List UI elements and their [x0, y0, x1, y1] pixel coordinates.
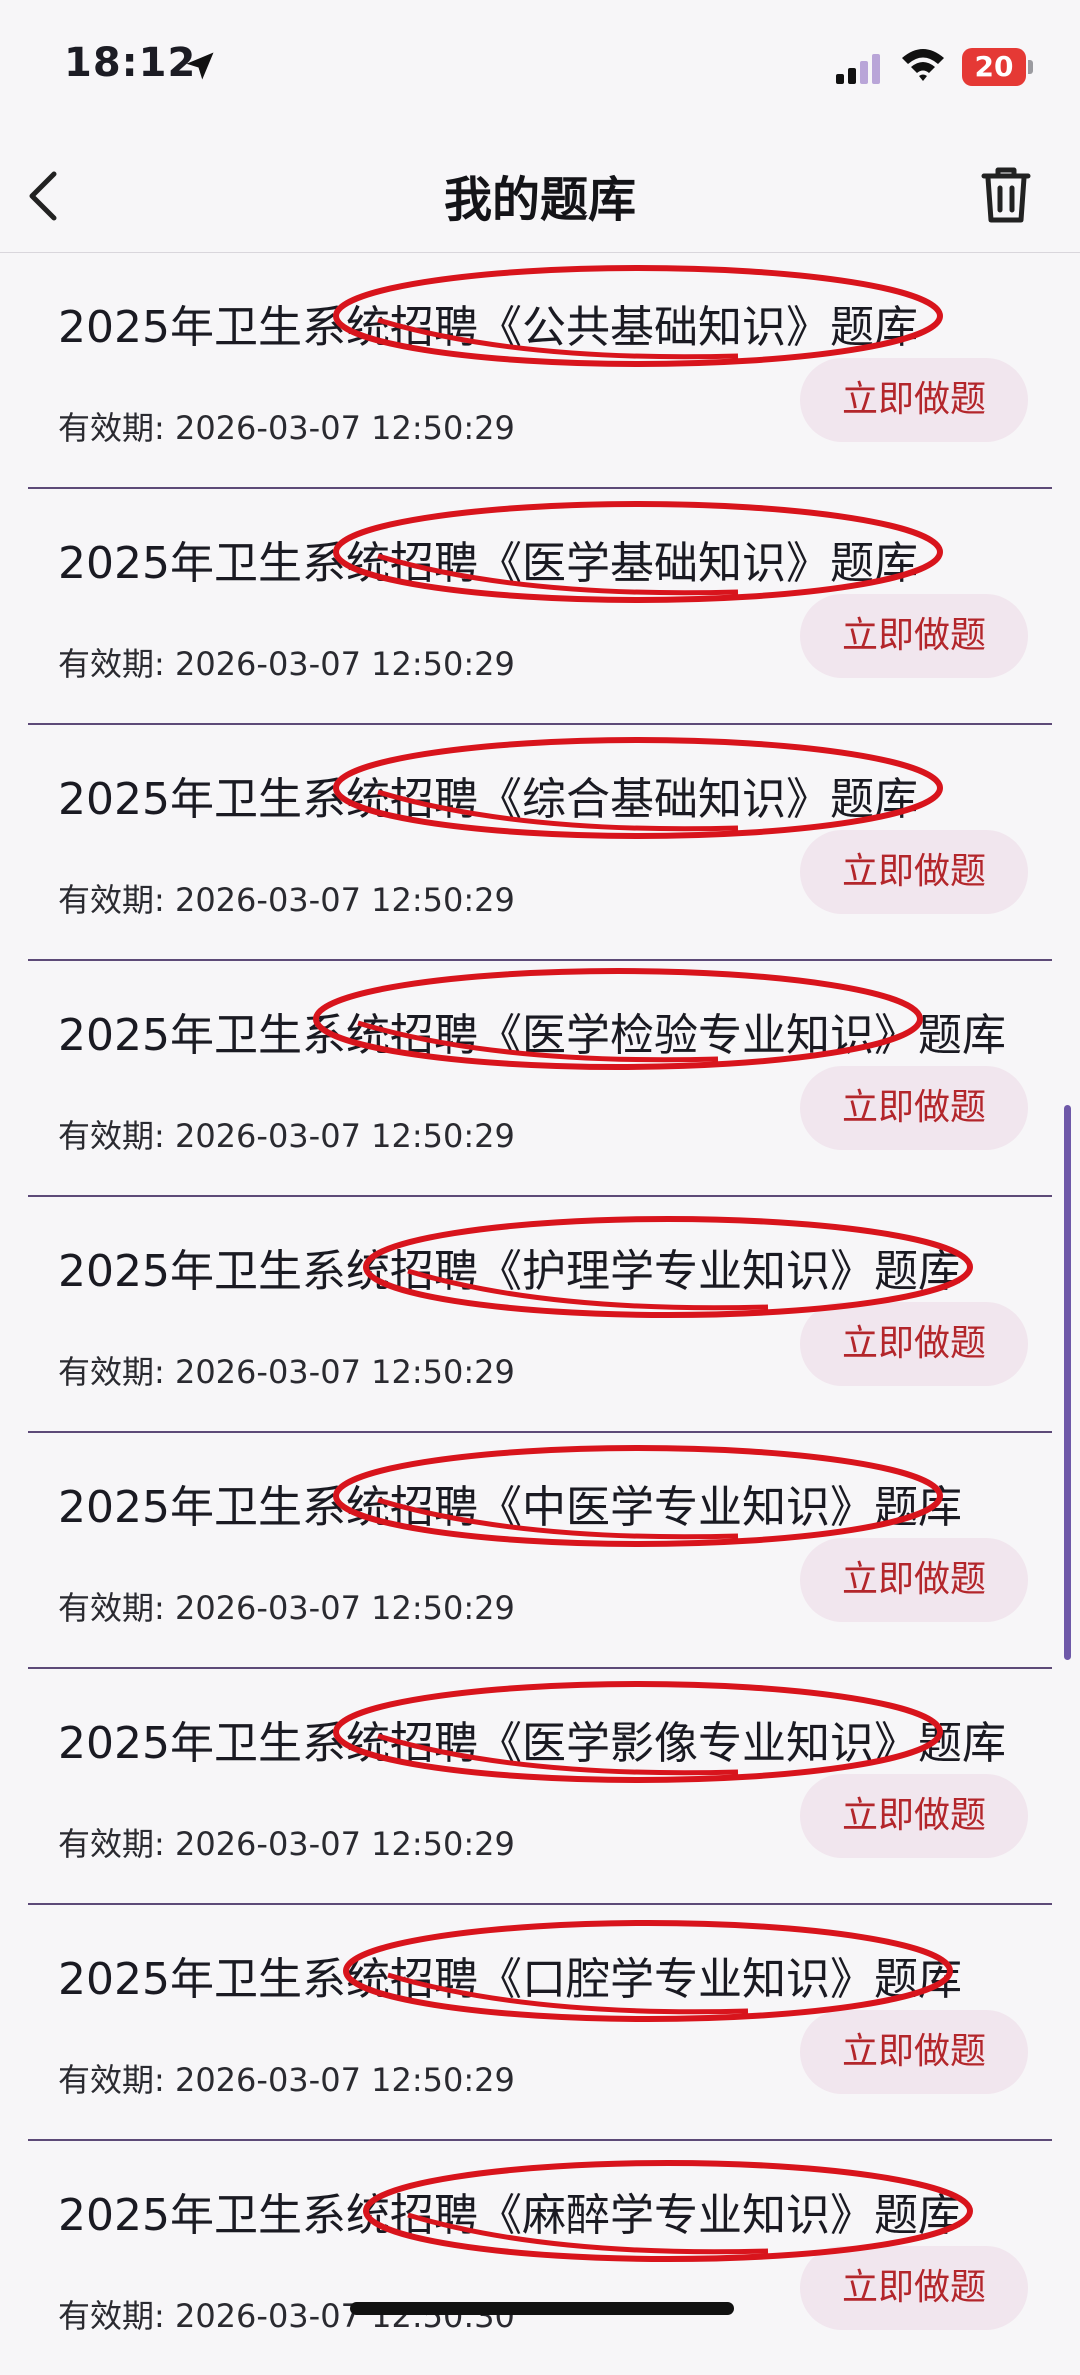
expiry-text: 有效期: 2026-03-07 12:50:29: [58, 1589, 515, 1627]
expiry-text: 有效期: 2026-03-07 12:50:29: [58, 1825, 515, 1863]
start-practice-button[interactable]: 立即做题: [800, 2246, 1028, 2330]
question-bank-list: 2025年卫生系统招聘《公共基础知识》题库 有效期: 2026-03-07 12…: [0, 253, 1080, 2375]
expiry-text: 有效期: 2026-03-07 12:50:29: [58, 881, 515, 919]
list-item: 2025年卫生系统招聘《麻醉学专业知识》题库 有效期: 2026-03-07 1…: [28, 2141, 1052, 2375]
bank-title: 2025年卫生系统招聘《中医学专业知识》题库: [58, 1482, 962, 1533]
expiry-text: 有效期: 2026-03-07 12:50:29: [58, 1117, 515, 1155]
list-item: 2025年卫生系统招聘《口腔学专业知识》题库 有效期: 2026-03-07 1…: [28, 1905, 1052, 2141]
bank-title: 2025年卫生系统招聘《公共基础知识》题库: [58, 302, 918, 353]
start-practice-button[interactable]: 立即做题: [800, 594, 1028, 678]
bank-title: 2025年卫生系统招聘《口腔学专业知识》题库: [58, 1954, 962, 2005]
bank-title: 2025年卫生系统招聘《护理学专业知识》题库: [58, 1246, 962, 1297]
list-item: 2025年卫生系统招聘《医学检验专业知识》题库 有效期: 2026-03-07 …: [28, 961, 1052, 1197]
list-item: 2025年卫生系统招聘《中医学专业知识》题库 有效期: 2026-03-07 1…: [28, 1433, 1052, 1669]
list-item: 2025年卫生系统招聘《综合基础知识》题库 有效期: 2026-03-07 12…: [28, 725, 1052, 961]
start-practice-button[interactable]: 立即做题: [800, 1538, 1028, 1622]
bank-title: 2025年卫生系统招聘《医学基础知识》题库: [58, 538, 918, 589]
battery-indicator: 20: [962, 48, 1026, 86]
navigation-bar: 我的题库: [0, 140, 1080, 253]
start-practice-button[interactable]: 立即做题: [800, 1066, 1028, 1150]
bank-title: 2025年卫生系统招聘《医学影像专业知识》题库: [58, 1718, 1006, 1769]
cellular-signal-icon: [836, 54, 880, 84]
list-item: 2025年卫生系统招聘《公共基础知识》题库 有效期: 2026-03-07 12…: [28, 253, 1052, 489]
status-bar: 18:12 20: [0, 0, 1080, 140]
expiry-text: 有效期: 2026-03-07 12:50:29: [58, 2061, 515, 2099]
trash-icon[interactable]: [978, 164, 1034, 226]
list-item: 2025年卫生系统招聘《医学基础知识》题库 有效期: 2026-03-07 12…: [28, 489, 1052, 725]
status-time: 18:12: [64, 40, 197, 86]
expiry-text: 有效期: 2026-03-07 12:50:29: [58, 1353, 515, 1391]
start-practice-button[interactable]: 立即做题: [800, 358, 1028, 442]
home-indicator[interactable]: [350, 2302, 734, 2315]
list-item: 2025年卫生系统招聘《护理学专业知识》题库 有效期: 2026-03-07 1…: [28, 1197, 1052, 1433]
bank-title: 2025年卫生系统招聘《综合基础知识》题库: [58, 774, 918, 825]
location-arrow-icon: [186, 52, 214, 80]
scrollbar[interactable]: [1064, 1105, 1071, 1660]
expiry-text: 有效期: 2026-03-07 12:50:29: [58, 645, 515, 683]
list-item: 2025年卫生系统招聘《医学影像专业知识》题库 有效期: 2026-03-07 …: [28, 1669, 1052, 1905]
start-practice-button[interactable]: 立即做题: [800, 830, 1028, 914]
wifi-icon: [902, 49, 944, 81]
expiry-text: 有效期: 2026-03-07 12:50:29: [58, 409, 515, 447]
start-practice-button[interactable]: 立即做题: [800, 1302, 1028, 1386]
bank-title: 2025年卫生系统招聘《医学检验专业知识》题库: [58, 1010, 1006, 1061]
bank-title: 2025年卫生系统招聘《麻醉学专业知识》题库: [58, 2190, 962, 2241]
battery-cap: [1028, 60, 1033, 74]
start-practice-button[interactable]: 立即做题: [800, 1774, 1028, 1858]
page-title: 我的题库: [443, 172, 636, 228]
start-practice-button[interactable]: 立即做题: [800, 2010, 1028, 2094]
